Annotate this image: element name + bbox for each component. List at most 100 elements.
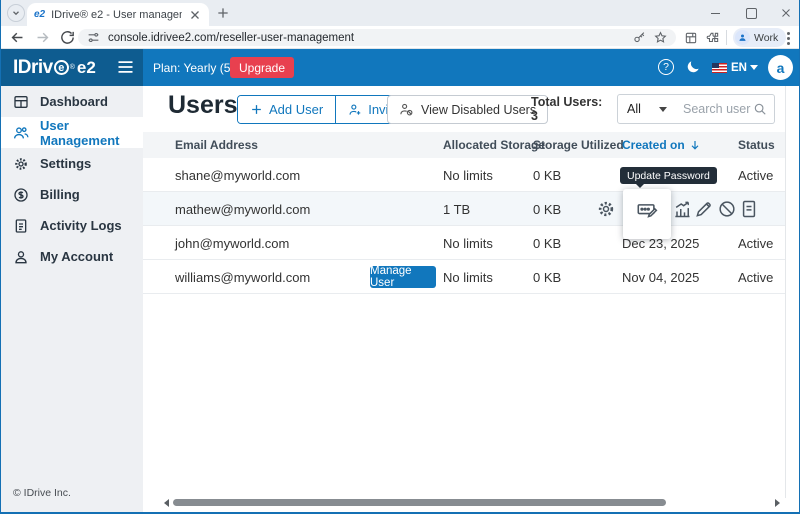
dashboard-icon: [13, 94, 29, 110]
edit-pencil-icon[interactable]: [694, 199, 714, 219]
site-settings-icon[interactable]: [87, 31, 100, 44]
sidebar-item-user-management[interactable]: User Management: [1, 117, 143, 148]
created-on-label: Created on: [622, 138, 685, 152]
sidebar-item-label: Activity Logs: [40, 218, 122, 233]
help-icon[interactable]: ?: [658, 59, 674, 75]
cell-email: williams@myworld.com: [175, 260, 310, 294]
cell-status: Active: [738, 260, 773, 294]
url-text: console.idrivee2.com/reseller-user-manag…: [108, 32, 625, 44]
browser-toolbar: console.idrivee2.com/reseller-user-manag…: [0, 26, 800, 49]
sidebar-item-label: Settings: [40, 156, 91, 171]
storage-settings-gear-icon[interactable]: [596, 199, 616, 219]
tab-search-button[interactable]: [7, 4, 25, 22]
new-tab-button[interactable]: [216, 6, 230, 20]
tab-strip: e2 IDrive® e2 - User management: [0, 0, 800, 26]
password-manager-icon[interactable]: [633, 31, 646, 44]
window-minimize-button[interactable]: [708, 6, 722, 20]
copyright-text: © IDrive Inc.: [13, 487, 71, 499]
browser-window: e2 IDrive® e2 - User management console.…: [0, 0, 800, 514]
profile-name: Work: [754, 32, 778, 44]
tooltip: Update Password: [620, 167, 717, 184]
sidebar-item-my-account[interactable]: My Account: [1, 241, 143, 272]
view-disabled-users-label: View Disabled Users: [421, 103, 536, 117]
search-input[interactable]: [683, 102, 753, 116]
column-header-status[interactable]: Status: [738, 132, 775, 158]
bookmark-star-icon[interactable]: [654, 31, 667, 44]
table-header-row: Email Address Allocated Storage Storage …: [143, 132, 785, 158]
language-selector[interactable]: EN: [731, 49, 747, 86]
total-users-count: Total Users: 3: [531, 86, 611, 132]
cell-email: john@myworld.com: [175, 226, 289, 260]
gear-icon: [13, 156, 29, 172]
cell-allocated: No limits: [443, 260, 493, 294]
person-icon: [738, 33, 747, 42]
view-disabled-users-button[interactable]: View Disabled Users: [387, 95, 548, 124]
account-avatar[interactable]: a: [768, 55, 793, 80]
search-box: [676, 94, 775, 124]
forward-button[interactable]: [34, 29, 51, 46]
logo-e-circle: e: [54, 60, 69, 75]
refresh-button[interactable]: [59, 29, 76, 46]
view-logs-icon[interactable]: [739, 199, 759, 219]
close-icon: [780, 7, 792, 19]
cell-utilized: 0 KB: [533, 158, 561, 192]
disable-user-icon[interactable]: [717, 199, 737, 219]
sidebar-item-billing[interactable]: Billing: [1, 179, 143, 210]
cell-allocated: 1 TB: [443, 192, 470, 226]
column-header-created-on[interactable]: Created on: [622, 132, 701, 158]
cell-allocated: No limits: [443, 226, 493, 260]
window-maximize-button[interactable]: [744, 6, 758, 20]
add-user-button[interactable]: Add User: [238, 96, 335, 123]
address-bar[interactable]: console.idrivee2.com/reseller-user-manag…: [78, 29, 676, 46]
sidebar-item-dashboard[interactable]: Dashboard: [1, 86, 143, 117]
dark-mode-moon-icon[interactable]: [685, 59, 701, 75]
back-button[interactable]: [9, 29, 26, 46]
update-password-icon[interactable]: [636, 198, 658, 220]
hamburger-menu-icon[interactable]: [117, 60, 134, 74]
logo-text: IDriv: [13, 57, 53, 79]
chevron-down-icon: [11, 8, 21, 18]
column-header-email[interactable]: Email Address: [175, 132, 258, 158]
sidebar-item-label: User Management: [40, 118, 143, 148]
cell-utilized: 0 KB: [533, 260, 561, 294]
window-close-button[interactable]: [779, 6, 793, 20]
tab-title: IDrive® e2 - User management: [51, 9, 182, 21]
scroll-left-arrow[interactable]: [164, 499, 169, 507]
scroll-right-arrow[interactable]: [775, 499, 780, 507]
cell-status: Active: [738, 158, 773, 192]
column-header-storage-utilized[interactable]: Storage Utilized: [533, 132, 624, 158]
cell-created: Nov 04, 2025: [622, 260, 699, 294]
sidebar-item-label: Dashboard: [40, 94, 108, 109]
tooltip-caret: [635, 183, 645, 188]
sidebar-item-label: Billing: [40, 187, 80, 202]
user-filter-dropdown[interactable]: All: [617, 94, 677, 124]
language-caret-icon[interactable]: [750, 65, 758, 70]
cell-utilized: 0 KB: [533, 226, 561, 260]
site-favicon: e2: [34, 9, 45, 20]
search-icon[interactable]: [753, 102, 767, 116]
sort-descending-icon: [689, 139, 701, 151]
extensions-puzzle-icon[interactable]: [706, 31, 720, 45]
browser-menu-button[interactable]: [787, 30, 791, 46]
sidebar-item-label: My Account: [40, 249, 113, 264]
sidebar-item-activity-logs[interactable]: Activity Logs: [1, 210, 143, 241]
person-disabled-icon: [399, 102, 414, 117]
horizontal-scrollbar[interactable]: [173, 499, 666, 506]
manage-user-button[interactable]: Manage User: [370, 266, 436, 288]
pinned-extension-icon[interactable]: [684, 31, 698, 45]
content-right-border: [785, 86, 786, 498]
browser-tab[interactable]: e2 IDrive® e2 - User management: [27, 3, 209, 26]
statistics-icon[interactable]: [672, 199, 692, 219]
cell-status: Active: [738, 226, 773, 260]
table-row[interactable]: john@myworld.com No limits 0 KB Dec 23, …: [143, 226, 785, 260]
column-header-allocated-storage[interactable]: Allocated Storage: [443, 132, 545, 158]
tab-close-icon[interactable]: [188, 8, 202, 22]
person-icon: [13, 249, 29, 265]
profile-chip[interactable]: Work: [733, 28, 786, 47]
table-row[interactable]: williams@myworld.com No limits 0 KB Nov …: [143, 260, 785, 294]
cell-email: shane@myworld.com: [175, 158, 300, 192]
document-icon: [13, 218, 29, 234]
users-icon: [13, 125, 29, 141]
sidebar-item-settings[interactable]: Settings: [1, 148, 143, 179]
upgrade-button[interactable]: Upgrade: [230, 57, 294, 78]
